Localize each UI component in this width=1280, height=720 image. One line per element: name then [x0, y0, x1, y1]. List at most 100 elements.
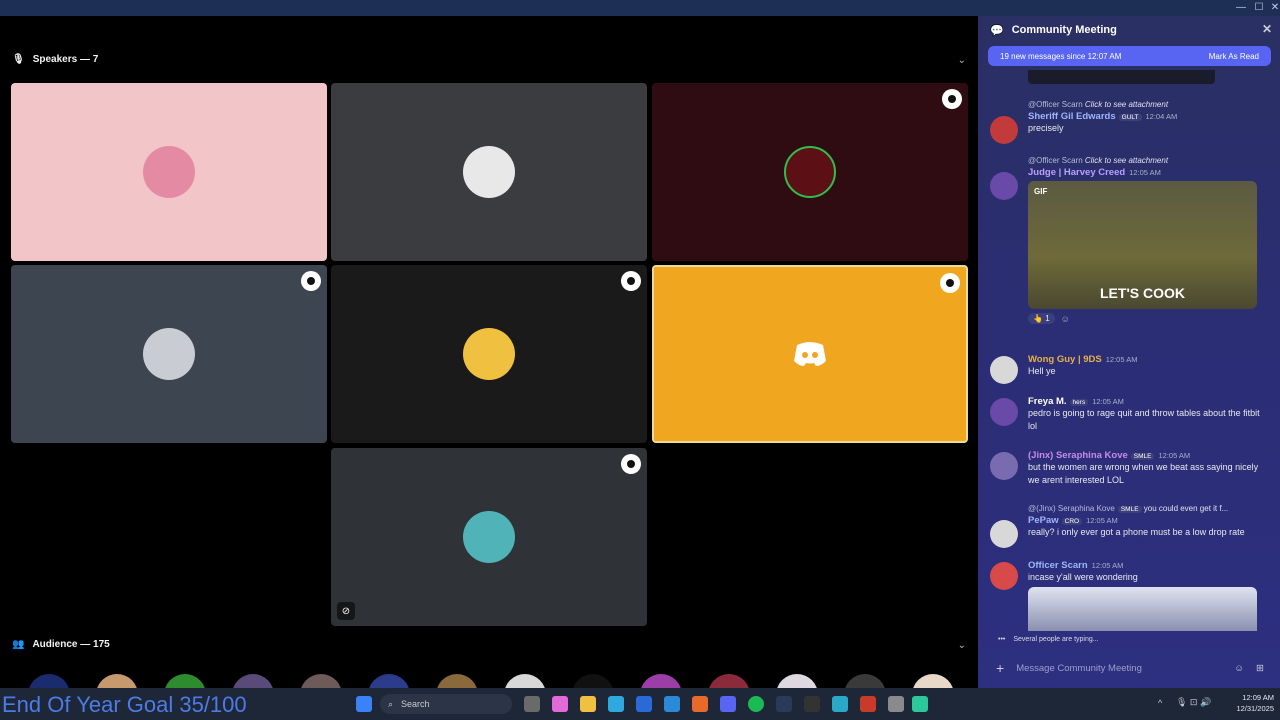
username[interactable]: Officer Scarn — [1028, 560, 1088, 571]
user-avatar[interactable] — [990, 116, 1018, 144]
user-avatar[interactable] — [990, 356, 1018, 384]
speaker-tile[interactable]: ⊘ — [331, 448, 647, 626]
windows-start-icon[interactable] — [356, 696, 372, 712]
steam-icon[interactable] — [776, 696, 792, 712]
gif-caption: LET'S COOK — [1100, 285, 1185, 301]
timestamp: 12:05 AM — [1091, 561, 1124, 570]
muted-icon: ⊘ — [337, 602, 355, 620]
username[interactable]: Freya M. — [1028, 396, 1067, 407]
message-text: pedro is going to rage quit and throw ta… — [1028, 408, 1260, 431]
app-icon[interactable] — [912, 696, 928, 712]
copilot-icon[interactable] — [552, 696, 568, 712]
gif-attachment[interactable]: GIF LET'S COOK — [1028, 181, 1257, 309]
role-tag: GULT — [1118, 114, 1142, 121]
valorant-icon[interactable] — [860, 696, 876, 712]
username[interactable]: PePaw — [1028, 515, 1059, 526]
username[interactable]: Judge | Harvey Creed — [1028, 167, 1125, 178]
speakers-chevron-icon[interactable]: ⌄ — [958, 55, 966, 66]
clock[interactable]: 12:09 AM 12/31/2025 — [1228, 692, 1274, 714]
typing-indicator: ••• Several people are typing... — [998, 636, 1099, 643]
speaker-tile[interactable] — [331, 83, 647, 261]
message-input[interactable]: Message Community Meeting — [1016, 663, 1222, 674]
audience-chevron-icon[interactable]: ⌄ — [958, 640, 966, 651]
tray-chevron-icon[interactable]: ^ — [1158, 698, 1162, 708]
apps-icon[interactable]: ⊞ — [1256, 663, 1264, 674]
timestamp: 12:05 AM — [1158, 451, 1191, 460]
chat-bubble-icon: 💬 — [990, 24, 1004, 37]
username[interactable]: (Jinx) Seraphina Kove — [1028, 450, 1128, 461]
store-icon[interactable] — [636, 696, 652, 712]
speaker-avatar — [143, 328, 195, 380]
message-text: really? i only ever got a phone must be … — [1028, 527, 1245, 537]
discord-icon — [784, 328, 836, 380]
close-window-icon[interactable]: ✕ — [1266, 0, 1280, 16]
role-tag: CRO — [1061, 518, 1083, 525]
speaker-tile[interactable] — [652, 83, 968, 261]
timestamp: 12:05 AM — [1129, 168, 1161, 177]
stage-area: 🎙 Speakers — 7 ⌄ ⊘ 👥 Audience — 175 ⌄ — [0, 16, 978, 688]
discord-taskbar-icon[interactable] — [720, 696, 736, 712]
user-avatar[interactable] — [990, 172, 1018, 200]
new-messages-bar[interactable]: 19 new messages since 12:07 AM Mark As R… — [988, 46, 1271, 66]
user-avatar[interactable] — [990, 398, 1018, 426]
timestamp: 12:05 AM — [1092, 397, 1124, 406]
timestamp: 12:04 AM — [1145, 112, 1178, 121]
title-bar: — ☐ ✕ — [0, 0, 1280, 16]
username[interactable]: Sheriff Gil Edwards — [1028, 111, 1116, 122]
attachment-preview[interactable] — [1028, 70, 1215, 84]
reply-preview[interactable]: @Officer Scarn Click to see attachment — [1028, 156, 1268, 165]
audience-header: 👥 Audience — 175 — [12, 639, 110, 650]
speaker-tile[interactable] — [331, 265, 647, 443]
chat-header: 💬 Community Meeting ✕ — [978, 16, 1280, 44]
goal-overlay: End Of Year Goal 35/100 — [2, 692, 247, 717]
reply-preview[interactable]: @(Jinx) Seraphina Kove SMLE you could eve… — [1028, 504, 1268, 513]
reaction[interactable]: 👆 1 — [1028, 313, 1055, 324]
tray-icons[interactable]: 🎙 ⊡ 🔊 — [1176, 697, 1211, 708]
chat-title: Community Meeting — [1011, 24, 1117, 36]
message-composer[interactable]: + Message Community Meeting ☺ ⊞ — [988, 654, 1272, 682]
image-attachment[interactable] — [1028, 587, 1257, 631]
outlook-icon[interactable] — [664, 696, 680, 712]
typing-dots-icon: ••• — [998, 636, 1006, 643]
new-messages-text: 19 new messages since 12:07 AM — [1000, 51, 1122, 61]
stream-icon[interactable] — [621, 454, 641, 474]
notepad-icon[interactable] — [832, 696, 848, 712]
mark-as-read-button[interactable]: Mark As Read — [1209, 52, 1259, 61]
audience-label: Audience — 175 — [32, 639, 110, 650]
emoji-icon[interactable]: ☺ — [1234, 663, 1244, 674]
stream-icon[interactable] — [940, 273, 960, 293]
speaker-avatar — [463, 146, 515, 198]
message-text: but the women are wrong when we beat ass… — [1028, 462, 1259, 485]
add-reaction-icon[interactable]: ☺ — [1061, 314, 1070, 324]
edge-icon[interactable] — [608, 696, 624, 712]
file-explorer-icon[interactable] — [580, 696, 596, 712]
speaker-avatar — [143, 146, 195, 198]
close-icon[interactable]: ✕ — [1262, 22, 1272, 36]
task-view-icon[interactable] — [524, 696, 540, 712]
user-avatar[interactable] — [990, 562, 1018, 590]
audience-icon: 👥 — [12, 639, 25, 650]
speaker-tile[interactable] — [11, 83, 327, 261]
user-avatar[interactable] — [990, 452, 1018, 480]
terminal-icon[interactable] — [804, 696, 820, 712]
minimize-icon[interactable]: — — [1232, 0, 1250, 16]
taskbar-search[interactable]: ⌕ Search — [380, 694, 512, 714]
firefox-icon[interactable] — [692, 696, 708, 712]
username[interactable]: Wong Guy | 9DS — [1028, 354, 1102, 365]
speaker-avatar — [463, 511, 515, 563]
stream-icon[interactable] — [942, 89, 962, 109]
role-tag: SMLE — [1130, 453, 1155, 460]
stream-icon[interactable] — [301, 271, 321, 291]
speaker-tile-active[interactable] — [652, 265, 968, 443]
settings-icon[interactable] — [888, 696, 904, 712]
stream-icon[interactable] — [621, 271, 641, 291]
spotify-icon[interactable] — [748, 696, 764, 712]
reply-preview[interactable]: @Officer Scarn Click to see attachment — [1028, 100, 1268, 109]
speaker-tile[interactable] — [11, 265, 327, 443]
user-avatar[interactable] — [990, 520, 1018, 548]
pronoun-tag: hers — [1069, 399, 1089, 406]
gif-label: GIF — [1034, 187, 1048, 196]
timestamp: 12:05 AM — [1105, 355, 1138, 364]
speaker-avatar — [463, 328, 515, 380]
add-attachment-icon[interactable]: + — [996, 660, 1004, 676]
